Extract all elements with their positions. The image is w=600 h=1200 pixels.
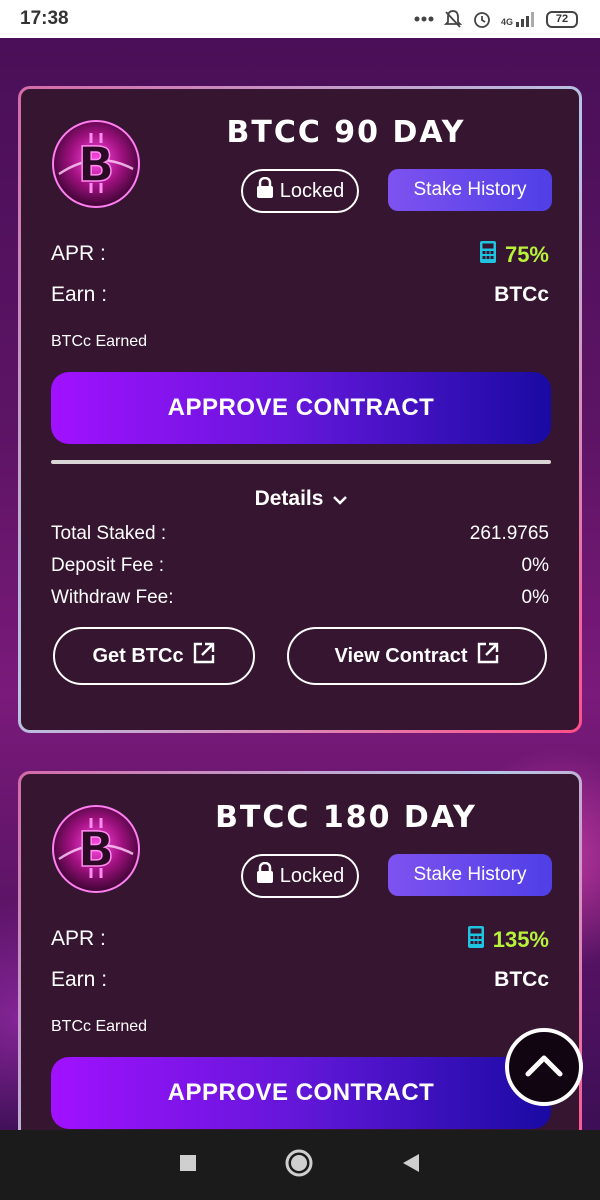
stake-history-button[interactable]: Stake History — [388, 169, 552, 211]
locked-badge: Locked — [241, 169, 359, 213]
locked-label: Locked — [279, 179, 345, 202]
details-toggle[interactable]: Details — [21, 487, 581, 511]
back-icon[interactable] — [400, 1152, 422, 1179]
locked-label: Locked — [279, 864, 345, 887]
external-link-icon — [192, 641, 216, 671]
svg-text:B: B — [78, 137, 115, 193]
pool-title: BTCC 180 DAY — [215, 800, 477, 835]
pool-card-90-day: B BTCC 90 DAY Locked Stake History APR : — [18, 86, 582, 733]
battery-icon: 72 — [546, 10, 578, 28]
total-staked-value: 261.9765 — [469, 523, 549, 544]
page: B BTCC 90 DAY Locked Stake History APR : — [0, 38, 600, 1130]
more-dots-icon — [414, 16, 434, 22]
earn-label: Earn : — [51, 283, 108, 306]
approve-contract-button[interactable]: APPROVE CONTRACT — [51, 1057, 551, 1129]
alarm-icon — [472, 9, 492, 29]
earned-label: BTCc Earned — [51, 1018, 148, 1035]
apr-percent: 135% — [492, 927, 549, 952]
earn-value: BTCc — [494, 283, 549, 306]
network-label: 4G — [500, 17, 513, 27]
locked-badge: Locked — [241, 854, 359, 898]
lock-icon — [256, 861, 274, 890]
status-time: 17:38 — [20, 8, 69, 29]
android-nav-bar — [0, 1130, 600, 1200]
chevron-down-icon — [333, 487, 348, 511]
recents-icon[interactable] — [178, 1153, 198, 1178]
details-label: Details — [254, 487, 324, 510]
apr-label: APR : — [51, 242, 106, 265]
pool-card-180-day: B BTCC 180 DAY Locked Stake History APR … — [18, 771, 582, 1130]
earned-label: BTCc Earned — [51, 333, 148, 350]
total-staked-label: Total Staked : — [51, 523, 167, 544]
divider — [51, 460, 551, 464]
get-btcc-label: Get BTCc — [92, 644, 184, 667]
bell-off-icon — [443, 9, 463, 29]
btcc-coin-icon: B — [51, 804, 141, 894]
apr-value: 75% — [479, 240, 549, 270]
btcc-coin-icon: B — [51, 119, 141, 209]
scroll-to-top-button[interactable] — [505, 1028, 583, 1106]
apr-percent: 75% — [504, 242, 549, 267]
stake-history-button[interactable]: Stake History — [388, 854, 552, 896]
signal-icon: 4G — [501, 11, 537, 27]
deposit-fee-value: 0% — [521, 555, 549, 576]
pool-title: BTCC 90 DAY — [226, 115, 466, 150]
apr-label: APR : — [51, 927, 106, 950]
svg-text:B: B — [78, 822, 115, 878]
withdraw-fee-label: Withdraw Fee: — [51, 587, 174, 608]
deposit-fee-label: Deposit Fee : — [51, 555, 164, 576]
withdraw-fee-value: 0% — [521, 587, 549, 608]
view-contract-label: View Contract — [334, 644, 468, 667]
external-link-icon — [476, 641, 500, 671]
calculator-icon[interactable] — [479, 240, 497, 270]
home-icon[interactable] — [284, 1148, 314, 1183]
status-bar: 17:38 4G 72 — [0, 0, 600, 38]
approve-contract-button[interactable]: APPROVE CONTRACT — [51, 372, 551, 444]
calculator-icon[interactable] — [467, 925, 485, 955]
earn-value: BTCc — [494, 968, 549, 991]
status-icons: 4G 72 — [414, 9, 578, 29]
lock-icon — [256, 176, 274, 205]
get-btcc-button[interactable]: Get BTCc — [53, 627, 255, 685]
view-contract-button[interactable]: View Contract — [287, 627, 547, 685]
chevron-up-icon — [524, 1052, 564, 1083]
apr-value: 135% — [467, 925, 549, 955]
earn-label: Earn : — [51, 968, 108, 991]
